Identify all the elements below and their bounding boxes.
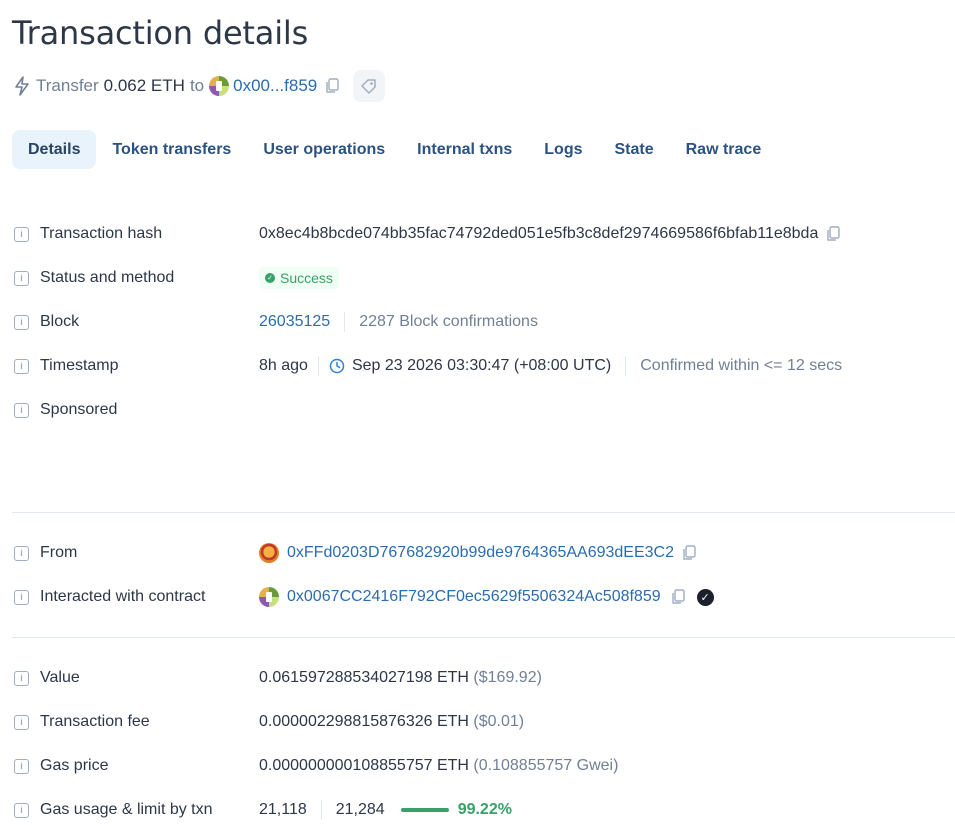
row-interacted-contract: i Interacted with contract 0x0067CC2416F…: [14, 585, 714, 609]
row-from: i From 0xFFd0203D767682920b99de9764365AA…: [14, 541, 696, 565]
value-amount: 0.061597288534027198: [259, 669, 433, 686]
copy-icon[interactable]: [826, 226, 841, 242]
value-usd: ($169.92): [473, 669, 542, 686]
row-gas-usage: i Gas usage & limit by txn 21,118 21,284…: [14, 798, 512, 822]
row-transaction-hash: i Transaction hash 0x8ec4b8bcde074bb35fa…: [14, 222, 841, 246]
tx-summary: Transfer 0.062 ETH to 0x00...f859: [14, 70, 386, 102]
tx-to-word: to: [189, 76, 205, 95]
row-label: From: [40, 544, 78, 561]
contract-address-link[interactable]: 0x0067CC2416F792CF0ec5629f5506324Ac508f8…: [287, 588, 661, 606]
tag-icon: [361, 79, 376, 94]
row-value: 21,118 21,284 99.22%: [259, 798, 512, 822]
row-label: Timestamp: [40, 357, 119, 374]
copy-icon[interactable]: [682, 545, 696, 561]
add-tag-button[interactable]: [353, 70, 386, 102]
row-label: Block: [40, 313, 80, 330]
clock-icon: [329, 358, 345, 374]
row-value: 0xFFd0203D767682920b99de9764365AA693dEE3…: [259, 541, 696, 565]
divider: [625, 356, 627, 376]
check-circle-icon: ✓: [265, 273, 275, 283]
tx-amount: 0.062 ETH: [103, 76, 185, 95]
info-icon[interactable]: i: [14, 589, 29, 605]
row-sponsored: i Sponsored: [14, 398, 259, 422]
info-icon[interactable]: i: [14, 802, 29, 818]
tab-token-transfers[interactable]: Token transfers: [96, 130, 247, 169]
row-label: Transaction fee: [40, 713, 150, 730]
row-gas-price: i Gas price 0.000000000108855757 ETH (0.…: [14, 754, 618, 778]
row-value: 0.000002298815876326 ETH ($0.01): [259, 710, 524, 734]
row-value: 0.000000000108855757 ETH (0.108855757 Gw…: [259, 754, 618, 778]
info-icon[interactable]: i: [14, 226, 29, 242]
transaction-hash-value: 0x8ec4b8bcde074bb35fac74792ded051e5fb3c8…: [259, 225, 819, 242]
row-label: Sponsored: [40, 401, 118, 418]
row-value: 0x8ec4b8bcde074bb35fac74792ded051e5fb3c8…: [259, 222, 841, 246]
value-unit: ETH: [436, 669, 469, 686]
gas-price-unit: ETH: [436, 757, 469, 774]
fee-unit: ETH: [436, 713, 469, 730]
timestamp-relative: 8h ago: [259, 357, 308, 374]
info-icon[interactable]: i: [14, 314, 29, 330]
from-address-link[interactable]: 0xFFd0203D767682920b99de9764365AA693dEE3…: [287, 544, 674, 562]
row-label: Gas price: [40, 757, 109, 774]
info-icon[interactable]: i: [14, 402, 29, 418]
timestamp-absolute: Sep 23 2026 03:30:47 (+08:00 UTC): [351, 357, 612, 374]
row-transaction-fee: i Transaction fee 0.000002298815876326 E…: [14, 710, 524, 734]
tab-internal-txns[interactable]: Internal txns: [401, 130, 528, 169]
tab-raw-trace[interactable]: Raw trace: [670, 130, 778, 169]
to-address-link[interactable]: 0x00...f859: [233, 76, 317, 96]
block-number-link[interactable]: 26035125: [259, 313, 330, 331]
copy-icon[interactable]: [325, 78, 339, 94]
row-label: Status and method: [40, 269, 175, 286]
row-label: Gas usage & limit by txn: [40, 801, 213, 818]
status-badge: ✓ Success: [259, 267, 339, 289]
tabs: Details Token transfers User operations …: [12, 130, 777, 169]
row-value-amount: i Value 0.061597288534027198 ETH ($169.9…: [14, 666, 542, 690]
gas-price-amount: 0.000000000108855757: [259, 757, 433, 774]
gas-usage-percent: 99.22%: [457, 801, 512, 818]
row-value: 0x0067CC2416F792CF0ec5629f5506324Ac508f8…: [259, 585, 714, 609]
row-value: 26035125 2287 Block confirmations: [259, 310, 538, 334]
block-confirmations: 2287 Block confirmations: [359, 313, 538, 330]
row-label: Interacted with contract: [40, 588, 206, 605]
divider: [320, 800, 322, 820]
confirmation-time: Confirmed within <= 12 secs: [640, 357, 843, 374]
status-text: Success: [280, 270, 333, 286]
copy-icon[interactable]: [671, 589, 685, 605]
info-icon[interactable]: i: [14, 670, 29, 686]
fee-amount: 0.000002298815876326: [259, 713, 433, 730]
tab-logs[interactable]: Logs: [528, 130, 598, 169]
info-icon[interactable]: i: [14, 714, 29, 730]
fee-usd: ($0.01): [473, 713, 525, 730]
verified-check-icon: ✓: [696, 588, 714, 606]
row-label: Value: [40, 669, 80, 686]
tab-state[interactable]: State: [599, 130, 670, 169]
row-block: i Block 26035125 2287 Block confirmation…: [14, 310, 538, 334]
row-label: Transaction hash: [40, 225, 163, 242]
gas-price-gwei: (0.108855757 Gwei): [473, 757, 619, 774]
info-icon[interactable]: i: [14, 270, 29, 286]
tx-action: Transfer: [36, 76, 99, 95]
row-value: 0.061597288534027198 ETH ($169.92): [259, 666, 542, 690]
divider: [344, 312, 346, 332]
gas-usage-progress-bar: [400, 808, 449, 812]
row-timestamp: i Timestamp 8h ago Sep 23 2026 03:30:47 …: [14, 354, 842, 378]
lightning-bolt-icon: [14, 76, 32, 96]
page-title: Transaction details: [12, 14, 309, 52]
contract-avatar: [209, 76, 230, 96]
section-divider: [12, 637, 955, 638]
info-icon[interactable]: i: [14, 545, 29, 561]
row-value: 8h ago Sep 23 2026 03:30:47 (+08:00 UTC)…: [259, 354, 842, 378]
gas-limit: 21,284: [335, 801, 385, 818]
from-avatar: [259, 543, 279, 563]
divider: [317, 356, 319, 376]
contract-avatar: [259, 587, 279, 607]
row-value: ✓ Success: [259, 266, 339, 290]
tab-user-operations[interactable]: User operations: [247, 130, 401, 169]
info-icon[interactable]: i: [14, 358, 29, 374]
section-divider: [12, 512, 955, 513]
info-icon[interactable]: i: [14, 758, 29, 774]
gas-used: 21,118: [259, 801, 307, 818]
tab-details[interactable]: Details: [12, 130, 97, 169]
row-status: i Status and method ✓ Success: [14, 266, 339, 290]
